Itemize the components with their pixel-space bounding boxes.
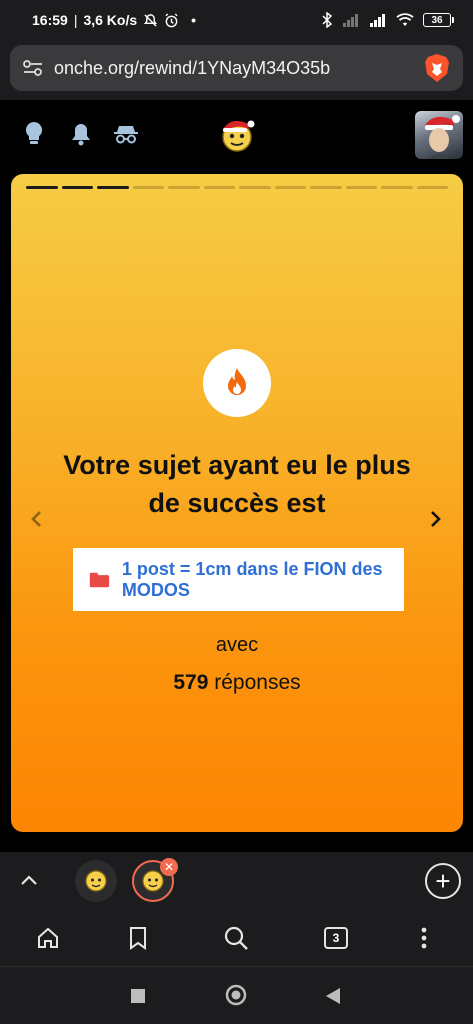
top-topic-link[interactable]: 1 post = 1cm dans le FION des MODOS	[73, 548, 404, 611]
bell-muted-icon	[144, 13, 158, 27]
progress-segment	[381, 186, 413, 189]
story-heading: Votre sujet ayant eu le plus de succès e…	[63, 450, 411, 518]
folder-icon	[89, 572, 110, 587]
fire-badge	[203, 349, 271, 417]
home-icon[interactable]	[34, 924, 62, 952]
system-navigation	[0, 966, 473, 1024]
progress-segment	[310, 186, 342, 189]
url-text[interactable]: onche.org/rewind/1YNayM34O35b	[54, 58, 423, 79]
tab-count: 3	[324, 927, 348, 949]
story-progress	[26, 186, 448, 189]
status-bar: 16:59 | 3,6 Ko/s • 36	[0, 0, 473, 40]
incognito-icon[interactable]	[113, 121, 139, 147]
progress-segment	[203, 186, 235, 189]
progress-segment	[416, 186, 448, 189]
search-icon[interactable]	[222, 924, 250, 952]
browser-toolbar: 3	[0, 910, 473, 966]
status-time: 16:59	[32, 12, 68, 28]
tab-thumbnail-active[interactable]: ✕	[132, 858, 178, 902]
chevron-up-icon[interactable]	[18, 869, 40, 891]
bookmark-icon[interactable]	[124, 924, 152, 952]
back-icon[interactable]	[324, 987, 342, 1005]
more-icon[interactable]	[410, 924, 438, 952]
progress-segment	[132, 186, 164, 189]
reply-count: 579	[173, 671, 209, 694]
onche-logo-icon[interactable]	[218, 116, 256, 157]
progress-segment	[97, 186, 129, 189]
home-circle-icon[interactable]	[225, 984, 247, 1006]
close-tab-icon[interactable]: ✕	[160, 858, 178, 876]
avec-label: avec	[215, 634, 259, 656]
wifi-icon	[396, 13, 414, 26]
bell-icon[interactable]	[68, 121, 94, 147]
brave-shields-icon[interactable]	[423, 53, 451, 83]
chevron-right-icon[interactable]	[425, 507, 447, 531]
alarm-icon	[165, 12, 178, 27]
progress-segment	[61, 186, 93, 189]
tabs-icon[interactable]: 3	[322, 924, 350, 952]
signal-icon	[370, 14, 385, 27]
address-bar[interactable]: onche.org/rewind/1YNayM34O35b	[10, 45, 463, 91]
status-speed: 3,6 Ko/s	[83, 12, 138, 28]
notification-dot: •	[191, 12, 197, 28]
progress-segment	[274, 186, 306, 189]
battery-icon: 36	[423, 13, 454, 27]
lightbulb-icon[interactable]	[21, 121, 47, 147]
tab-strip: ✕ +	[0, 852, 473, 910]
site-settings-icon[interactable]	[22, 58, 44, 78]
signal-weak-icon	[343, 14, 358, 27]
progress-segment	[26, 186, 58, 189]
chevron-left-icon[interactable]	[25, 507, 47, 531]
reply-suffix: réponses	[214, 671, 301, 694]
new-tab-button[interactable]: +	[425, 863, 461, 899]
recents-icon[interactable]	[130, 988, 146, 1004]
browser-address-area: onche.org/rewind/1YNayM34O35b	[0, 40, 473, 100]
fire-icon	[228, 368, 246, 395]
topic-title[interactable]: 1 post = 1cm dans le FION des MODOS	[122, 559, 390, 601]
progress-segment	[168, 186, 200, 189]
progress-segment	[239, 186, 271, 189]
reply-count-line: 579 réponses	[11, 671, 463, 695]
tab-thumbnail[interactable]	[75, 860, 117, 902]
progress-segment	[345, 186, 377, 189]
onche-favicon-icon	[85, 870, 107, 892]
rewind-story-card: Votre sujet ayant eu le plus de succès e…	[11, 174, 463, 832]
avatar[interactable]	[415, 111, 463, 159]
bluetooth-icon	[322, 12, 333, 28]
